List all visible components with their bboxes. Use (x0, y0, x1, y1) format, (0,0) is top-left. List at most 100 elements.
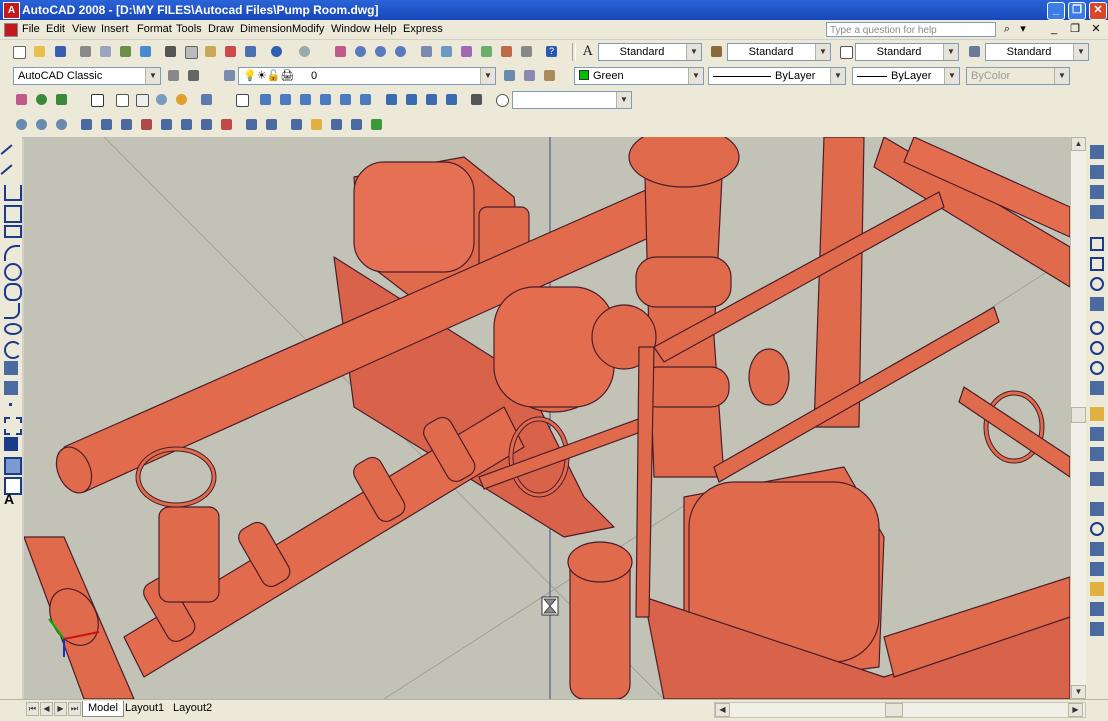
2d-wireframe-icon[interactable] (88, 91, 105, 108)
sw-iso-icon[interactable] (383, 91, 400, 108)
color-select[interactable]: Green ▼ (574, 67, 704, 85)
doc-minimize-button[interactable]: _ (1047, 22, 1061, 36)
dim-style-manager-icon[interactable] (1090, 582, 1104, 596)
delete-faces-icon[interactable] (138, 116, 155, 133)
markup-set-manager-icon[interactable] (498, 43, 515, 60)
quick-dimension-icon[interactable] (1090, 407, 1104, 421)
aligned-dimension-icon[interactable] (1090, 257, 1104, 271)
document-icon[interactable] (4, 23, 18, 37)
table-style-icon[interactable] (837, 43, 854, 60)
properties-icon[interactable] (418, 43, 435, 60)
check-icon[interactable] (368, 116, 385, 133)
last-tab-button[interactable]: ⏭ (68, 702, 81, 716)
my-workspace-icon[interactable] (185, 67, 202, 84)
scroll-thumb[interactable] (1071, 407, 1086, 423)
minimize-button[interactable]: _ (1047, 2, 1065, 20)
jogged-icon[interactable] (1090, 341, 1104, 355)
offset-faces-icon[interactable] (118, 116, 135, 133)
close-button[interactable]: ✕ (1089, 2, 1107, 20)
zoom-window-icon[interactable] (372, 43, 389, 60)
revision-cloud-icon[interactable] (4, 283, 22, 301)
clean-icon[interactable] (308, 116, 325, 133)
horizontal-scrollbar[interactable]: ◀ ▶ (714, 702, 1086, 718)
tab-layout1[interactable]: Layout1 (120, 701, 169, 716)
separate-icon[interactable] (328, 116, 345, 133)
open-icon[interactable] (31, 43, 48, 60)
right-view-icon[interactable] (317, 91, 334, 108)
intersect-icon[interactable] (53, 116, 70, 133)
next-tab-button[interactable]: ▶ (54, 702, 67, 716)
text-style-select[interactable]: Standard ▼ (598, 43, 702, 61)
multileader-style-icon[interactable] (966, 43, 983, 60)
dropdown-arrow-icon[interactable]: ▾ (1016, 22, 1030, 36)
fillet-icon[interactable] (1090, 602, 1104, 616)
top-view-icon[interactable] (257, 91, 274, 108)
diameter-icon[interactable] (1090, 361, 1104, 375)
rotate-faces-icon[interactable] (158, 116, 175, 133)
gradient-icon[interactable] (4, 437, 18, 451)
layer-select[interactable]: 💡☀🔓🖨 0 ▼ (238, 67, 496, 85)
named-views-icon[interactable] (233, 91, 250, 108)
cut-icon[interactable] (162, 43, 179, 60)
first-tab-button[interactable]: ⏮ (26, 702, 39, 716)
doc-restore-button[interactable]: ❐ (1068, 22, 1082, 36)
3d-pan-icon[interactable] (13, 91, 30, 108)
view-target-icon[interactable] (493, 91, 510, 108)
3d-wireframe-icon[interactable] (113, 91, 130, 108)
left-view-icon[interactable] (297, 91, 314, 108)
imprint-icon[interactable] (288, 116, 305, 133)
redo-icon[interactable] (296, 43, 313, 60)
restore-button[interactable]: ❐ (1068, 2, 1086, 20)
angular-icon[interactable] (1090, 381, 1104, 395)
erase-icon[interactable] (1090, 145, 1104, 159)
tolerance-icon[interactable] (1090, 472, 1104, 486)
copy-edges-icon[interactable] (243, 116, 260, 133)
menu-edit[interactable]: Edit (46, 23, 65, 35)
color-edges-icon[interactable] (263, 116, 280, 133)
help-icon[interactable]: ? (543, 43, 560, 60)
nw-iso-icon[interactable] (443, 91, 460, 108)
menu-file[interactable]: File (22, 23, 40, 35)
ne-iso-icon[interactable] (423, 91, 440, 108)
dimension-style-select[interactable]: Standard ▼ (727, 43, 831, 61)
radius-icon[interactable] (1090, 321, 1104, 335)
help-search-input[interactable]: Type a question for help (826, 22, 996, 37)
dim-update-icon[interactable] (1090, 562, 1104, 576)
rectangle-icon[interactable] (4, 225, 22, 238)
paste-icon[interactable] (202, 43, 219, 60)
doc-close-button[interactable]: ✕ (1089, 22, 1103, 36)
scroll-up-button[interactable]: ▲ (1071, 137, 1086, 151)
save-icon[interactable] (52, 43, 69, 60)
center-mark-icon[interactable] (1090, 522, 1104, 536)
menu-help[interactable]: Help (374, 23, 397, 35)
text-style-icon[interactable]: A (580, 43, 597, 60)
plot-icon[interactable] (77, 43, 94, 60)
shell-icon[interactable] (348, 116, 365, 133)
tab-model[interactable]: Model (82, 701, 124, 717)
free-orbit-icon[interactable] (53, 91, 70, 108)
extrude-faces-icon[interactable] (78, 116, 95, 133)
plot-preview-icon[interactable] (97, 43, 114, 60)
menu-window[interactable]: Window (331, 23, 370, 35)
sheet-set-manager-icon[interactable] (478, 43, 495, 60)
menu-insert[interactable]: Insert (101, 23, 129, 35)
scroll-right-button[interactable]: ▶ (1068, 703, 1083, 717)
polyline-icon[interactable] (4, 185, 22, 201)
make-block-icon[interactable] (4, 381, 18, 395)
table-style-select[interactable]: Standard ▼ (855, 43, 959, 61)
search-icon[interactable]: ⌕ (1000, 22, 1014, 36)
back-view-icon[interactable] (357, 91, 374, 108)
quickcalc-icon[interactable] (518, 43, 535, 60)
pan-realtime-icon[interactable] (332, 43, 349, 60)
spline-icon[interactable] (4, 303, 20, 319)
insert-block-icon[interactable] (4, 361, 18, 375)
3d-orbit-icon[interactable] (33, 91, 50, 108)
menu-dimension[interactable]: Dimension (240, 23, 292, 35)
camera-icon[interactable] (468, 91, 485, 108)
mirror-icon[interactable] (1090, 185, 1104, 199)
tab-layout2[interactable]: Layout2 (168, 701, 217, 716)
menu-tools[interactable]: Tools (176, 23, 202, 35)
block-editor-icon[interactable] (242, 43, 259, 60)
tool-palettes-icon[interactable] (458, 43, 475, 60)
named-view-select[interactable]: ▼ (512, 91, 632, 109)
